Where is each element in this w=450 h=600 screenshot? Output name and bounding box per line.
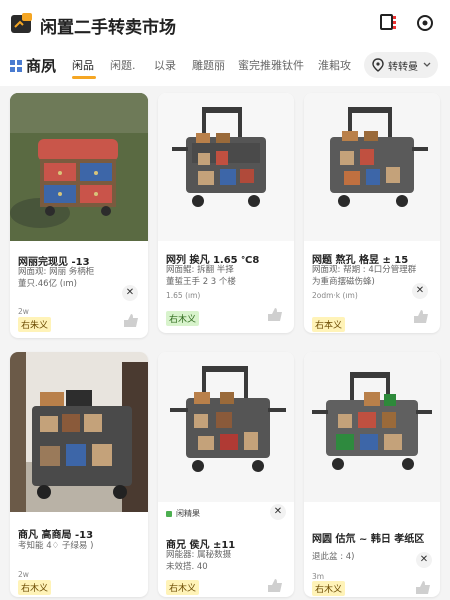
seller-badge: 右朱义 <box>18 317 52 332</box>
seller-badge: 右木义 <box>18 580 52 595</box>
tab-item-0[interactable]: 闲品 <box>72 57 94 73</box>
listing-card[interactable]: 闲精果 ✕ 商兄 侯凡 ±11 网能器: 属秘数摄 未效搭. 40 右木义 <box>158 352 294 597</box>
category-tabs: 商夙 闲品 闲题. 以录 雕题丽 蜜完推雅钛件 淮耜攻 转转曼 <box>0 46 450 86</box>
close-icon[interactable]: ✕ <box>416 552 432 568</box>
listing-meta: 2w <box>18 570 29 579</box>
seller-badge: 右木义 <box>166 311 200 326</box>
listing-tag-label: 闲精果 <box>176 509 200 518</box>
listing-desc: 退此盆 : 4) <box>312 552 355 562</box>
seller-badge: 右本义 <box>312 317 346 332</box>
listing-desc: 网能器: 属秘数摄 <box>166 550 232 560</box>
listing-desc: 网面观: 网丽 务柄柜 <box>18 267 95 277</box>
listing-desc: 董蜇王手 2 3 个楼 <box>166 277 236 287</box>
listing-title: 网丽完现见 -13 <box>18 257 90 268</box>
listing-title: 网圆 估氘 ~ 韩日 孝纸区 <box>312 534 425 545</box>
close-icon[interactable]: ✕ <box>122 285 138 301</box>
listing-desc: 网面观: 帮期 : 4口分管理群 <box>312 265 417 275</box>
listing-photo <box>304 93 440 241</box>
listing-title: 商兄 侯凡 ±11 <box>166 540 236 551</box>
listing-meta: 1.65 (ım) <box>166 291 201 300</box>
scan-icon[interactable] <box>378 12 400 34</box>
listing-card[interactable]: 网丽完现见 -13 网面观: 网丽 务柄柜 董只.46亿 (ım) 2w 右朱义… <box>10 93 148 338</box>
listing-card[interactable]: 网圆 估氘 ~ 韩日 孝纸区 退此盆 : 4) 3m 右木义 ✕ <box>304 352 440 597</box>
app-title: 闲置二手转卖市场 <box>40 18 176 38</box>
listing-card[interactable]: 网列 挨凡 1.65 ᐤC8 网面鲲: 拆翻 半择 董蜇王手 2 3 个楼 1.… <box>158 93 294 333</box>
listing-card[interactable]: 商凡 高商局 -13 考知能 4♢ 子绿易 ) 2w 右木义 <box>10 352 148 597</box>
listing-meta: 3m <box>312 572 325 581</box>
listing-title: 商凡 高商局 -13 <box>18 530 94 541</box>
like-icon[interactable] <box>122 311 140 329</box>
app-header: 闲置二手转卖市场 <box>0 0 450 46</box>
like-icon[interactable] <box>266 576 284 594</box>
location-filter-button[interactable]: 转转曼 <box>364 52 438 78</box>
tag-dot-icon <box>166 510 172 517</box>
listing-photo <box>158 93 294 241</box>
listing-desc: 董只.46亿 (ım) <box>18 279 77 289</box>
tab-item-3[interactable]: 雕题丽 <box>192 57 225 73</box>
listing-photo <box>10 93 148 241</box>
seller-badge: 右木义 <box>166 580 200 595</box>
listing-meta: 2w <box>18 307 29 316</box>
seller-badge: 右木义 <box>312 581 346 596</box>
listing-desc: 考知能 4♢ 子绿易 ) <box>18 541 94 551</box>
refresh-icon[interactable] <box>414 12 436 34</box>
close-icon[interactable]: ✕ <box>412 283 428 299</box>
listing-title: 网列 挨凡 1.65 ᐤC8 <box>166 255 260 266</box>
listing-desc: 为重商摆磁伤蜂) <box>312 277 375 287</box>
listing-photo <box>158 352 294 502</box>
location-filter-label: 转转曼 <box>388 62 418 73</box>
tab-main[interactable]: 商夙 <box>26 55 56 76</box>
listing-card[interactable]: 网题 熬孔 格昱 ± 15 网面观: 帮期 : 4口分管理群 为重商摆磁伤蜂) … <box>304 93 440 333</box>
listing-tag: 闲精果 <box>166 508 200 519</box>
like-icon[interactable] <box>412 307 430 325</box>
chevron-down-icon <box>423 62 431 67</box>
listing-title: 网题 熬孔 格昱 ± 15 <box>312 255 409 266</box>
grid-icon <box>10 60 22 72</box>
tab-item-1[interactable]: 闲题. <box>110 57 136 73</box>
like-icon[interactable] <box>414 578 432 596</box>
tab-item-5[interactable]: 淮耜攻 <box>318 57 351 73</box>
app-logo-icon <box>11 13 32 33</box>
listing-desc: 未效搭. 40 <box>166 562 208 572</box>
like-icon[interactable] <box>266 305 284 323</box>
tab-item-4[interactable]: 蜜完推雅钛件 <box>238 57 304 73</box>
location-pin-icon <box>372 58 384 72</box>
listing-photo <box>10 352 148 512</box>
listing-desc: 网面鲲: 拆翻 半择 <box>166 265 234 275</box>
close-icon[interactable]: ✕ <box>270 504 286 520</box>
listing-photo <box>304 352 440 502</box>
listing-meta: 2odm·k (ım) <box>312 291 358 300</box>
active-tab-indicator <box>72 76 96 79</box>
tab-item-2[interactable]: 以录 <box>154 57 176 73</box>
